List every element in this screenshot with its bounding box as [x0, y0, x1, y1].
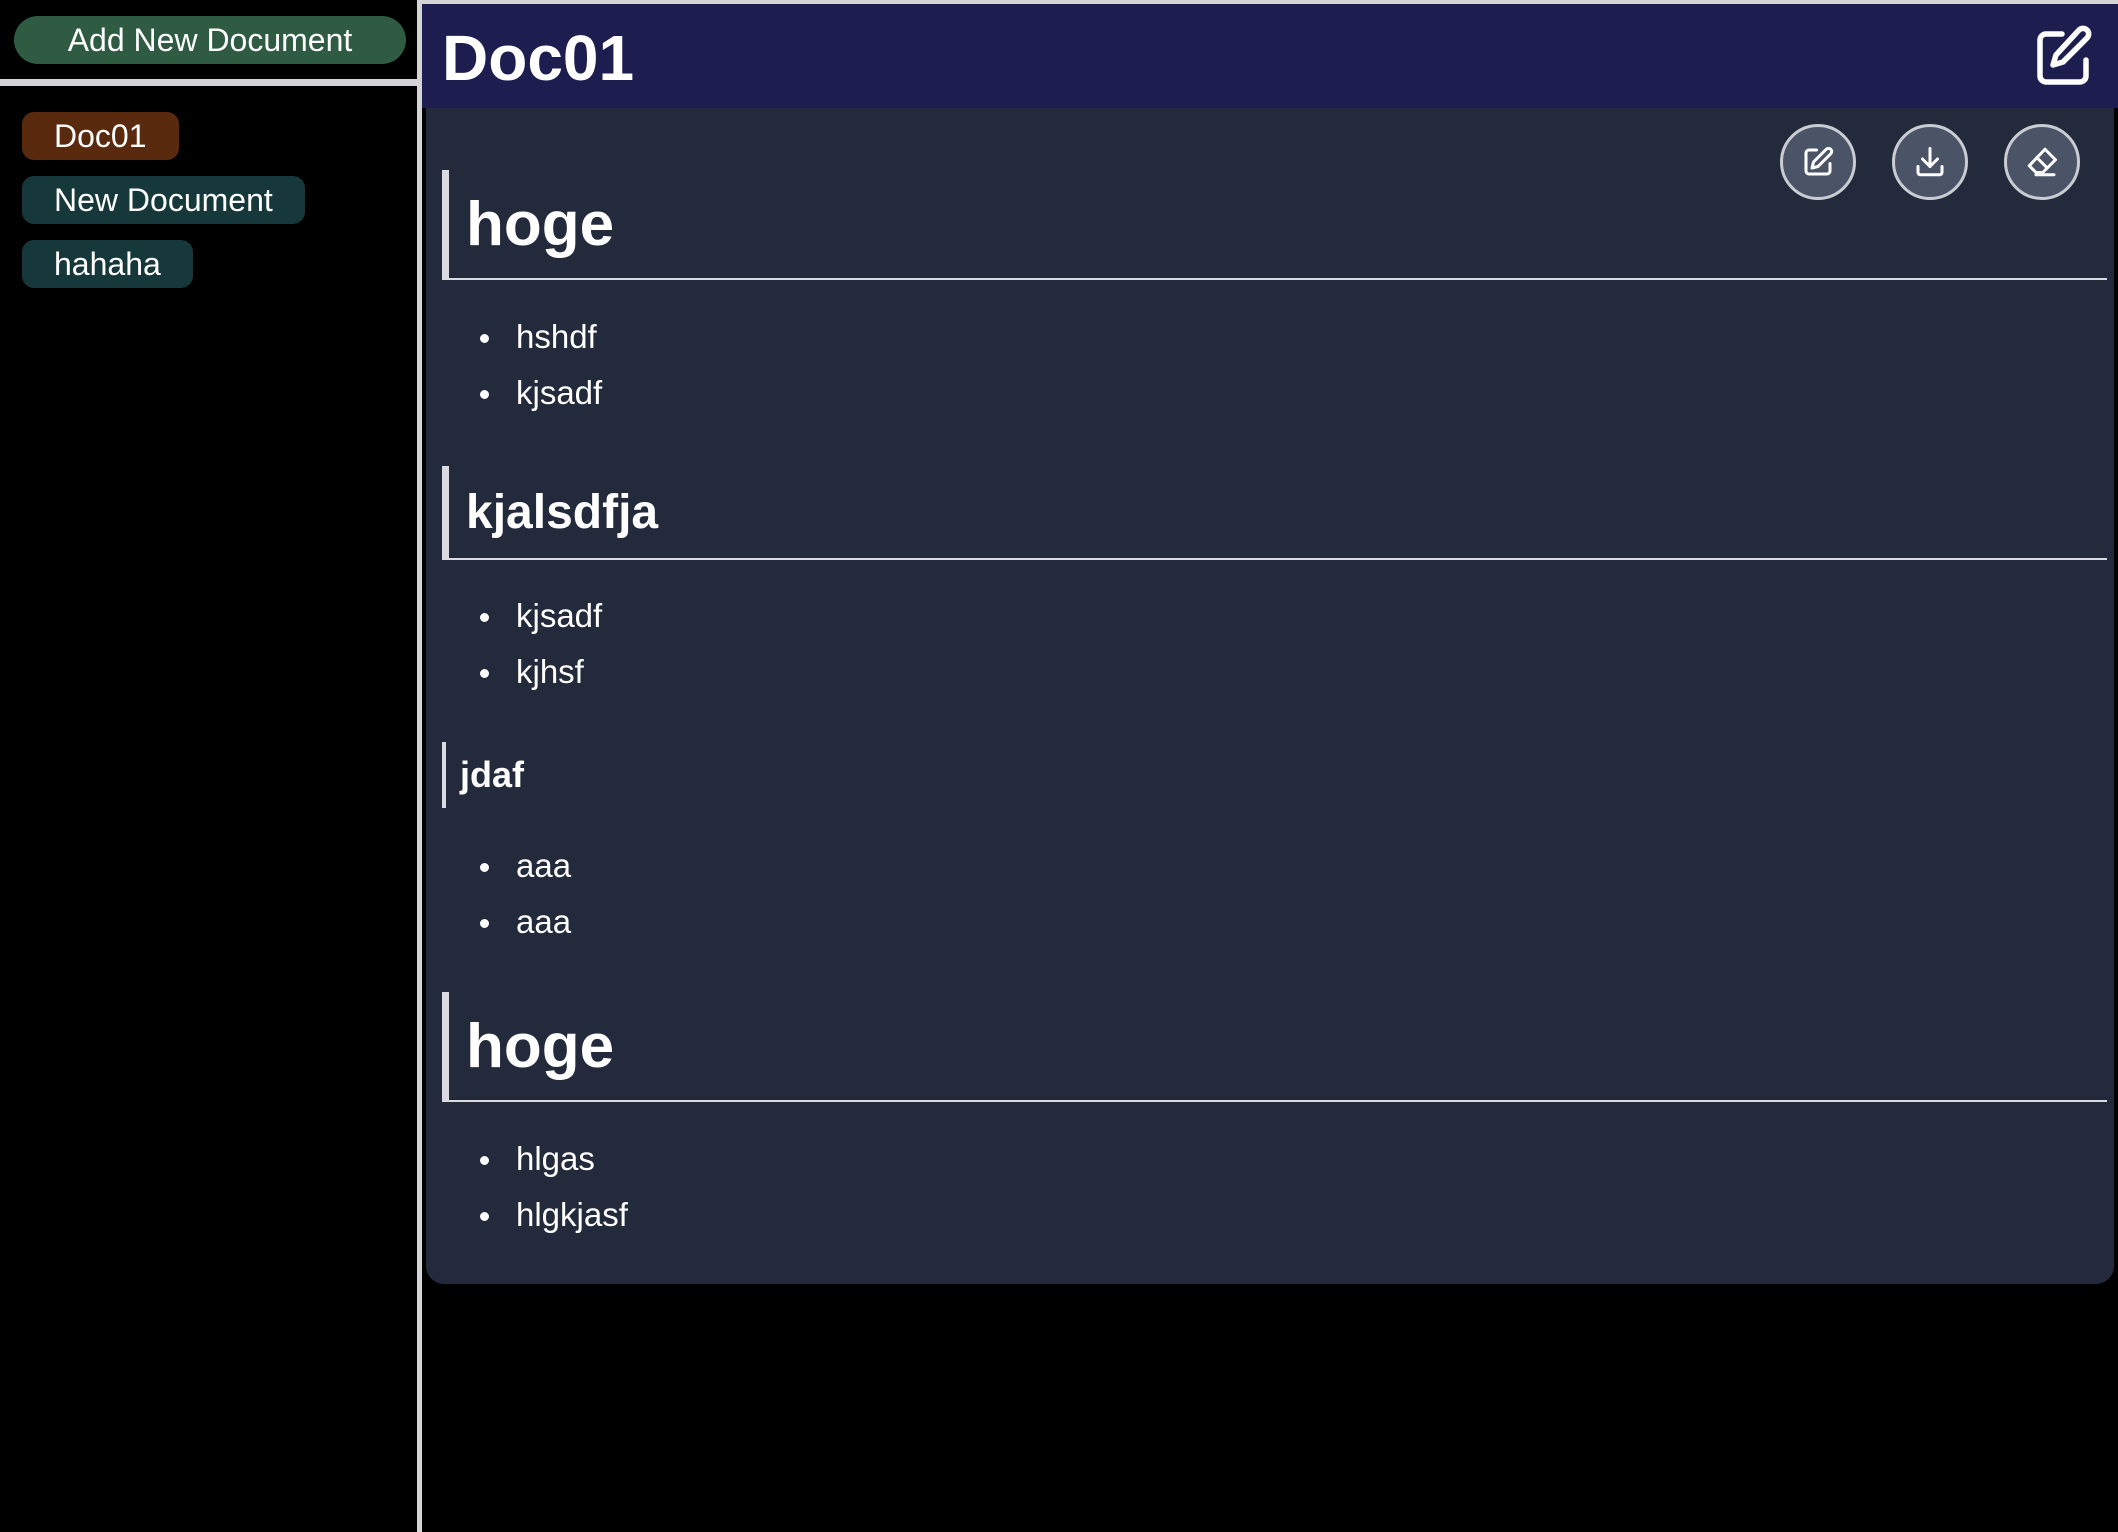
- heading-1: hoge: [442, 170, 2107, 280]
- app: Add New Document Doc01 New Document haha…: [0, 0, 2118, 1532]
- list-item: hlgkjasf: [468, 1187, 628, 1243]
- document-item-new-document[interactable]: New Document: [22, 176, 305, 224]
- document-list: Doc01 New Document hahaha: [22, 112, 305, 304]
- list-item: kjsadf: [468, 588, 602, 644]
- list-item: kjhsf: [468, 644, 602, 700]
- document-content: hoge hshdf kjsadf kjalsdfja kjsadf kjhsf…: [426, 108, 2114, 1284]
- sidebar-divider: [0, 79, 422, 86]
- document-item-doc01[interactable]: Doc01: [22, 112, 179, 160]
- heading-2: kjalsdfja: [442, 466, 2107, 560]
- list-item: hlgas: [468, 1131, 628, 1187]
- document-item-hahaha[interactable]: hahaha: [22, 240, 193, 288]
- bullet-list: kjsadf kjhsf: [468, 588, 602, 700]
- heading-1: hoge: [442, 992, 2107, 1102]
- add-new-document-button[interactable]: Add New Document: [14, 16, 406, 64]
- document-header: Doc01: [422, 0, 2118, 108]
- list-item: aaa: [468, 838, 571, 894]
- bullet-list: hshdf kjsadf: [468, 309, 602, 421]
- heading-3: jdaf: [442, 742, 524, 808]
- bullet-list: hlgas hlgkjasf: [468, 1131, 628, 1243]
- page-title: Doc01: [442, 22, 635, 94]
- list-item: aaa: [468, 894, 571, 950]
- sidebar: Add New Document Doc01 New Document haha…: [0, 0, 422, 1532]
- edit-square-icon[interactable]: [2032, 24, 2096, 88]
- list-item: kjsadf: [468, 365, 602, 421]
- bullet-list: aaa aaa: [468, 838, 571, 950]
- list-item: hshdf: [468, 309, 602, 365]
